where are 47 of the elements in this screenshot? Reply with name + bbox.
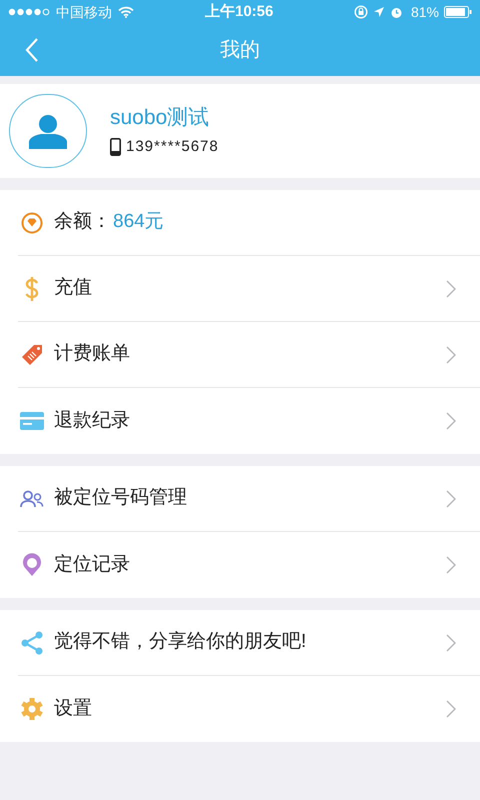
wifi-icon	[118, 6, 134, 18]
rotation-lock-icon	[354, 5, 368, 19]
chevron-right-icon	[446, 346, 456, 364]
page-title: 我的	[220, 38, 260, 63]
phone-icon	[110, 138, 121, 156]
avatar[interactable]	[9, 94, 87, 168]
phone-number: 139****5678	[126, 136, 219, 157]
signal-icon	[8, 8, 52, 16]
menu-row[interactable]: 设置	[18, 676, 480, 742]
chevron-right-icon	[446, 700, 456, 718]
alarm-icon	[390, 6, 403, 18]
dollar-icon	[24, 276, 40, 302]
chevron-right-icon	[446, 556, 456, 574]
menu-row[interactable]: 计费账单	[18, 322, 480, 388]
menu-label: 计费账单	[54, 342, 130, 366]
map-pin-icon	[22, 553, 42, 577]
share-icon	[20, 630, 44, 654]
menu-label: 充值	[54, 276, 92, 300]
carrier-name: 中国移动	[56, 2, 112, 22]
menu-row[interactable]: 被定位号码管理	[18, 466, 480, 532]
coin-icon	[21, 212, 43, 234]
location-arrow-icon	[372, 6, 385, 18]
menu-label: 设置	[54, 696, 92, 721]
menu-row[interactable]: 退款纪录	[18, 388, 480, 454]
people-icon	[20, 490, 44, 508]
menu-label: 余额：	[54, 210, 111, 234]
credit-card-icon	[20, 412, 44, 430]
clock-time: 上午10:56	[205, 2, 274, 22]
chevron-right-icon	[446, 280, 456, 298]
menu-label: 觉得不错，分享给你的朋友吧!	[54, 630, 306, 654]
menu-label: 定位记录	[54, 552, 130, 577]
gear-icon	[20, 697, 44, 721]
battery-percent: 81%	[410, 2, 439, 22]
balance-amount: 864元	[113, 210, 164, 234]
menu-row[interactable]: 充值	[18, 256, 480, 322]
menu-row[interactable]: 觉得不错，分享给你的朋友吧!	[18, 610, 480, 676]
menu-label: 被定位号码管理	[54, 486, 187, 510]
price-tag-icon	[20, 344, 44, 366]
chevron-right-icon	[446, 634, 456, 652]
battery-icon	[444, 6, 472, 18]
back-icon	[25, 38, 39, 62]
menu-label: 退款纪录	[54, 408, 130, 433]
menu-row[interactable]: 定位记录	[18, 532, 480, 598]
chevron-right-icon	[446, 412, 456, 430]
user-name: suobo测试	[110, 104, 210, 131]
chevron-right-icon	[446, 490, 456, 508]
person-silhouette-icon	[29, 113, 67, 149]
